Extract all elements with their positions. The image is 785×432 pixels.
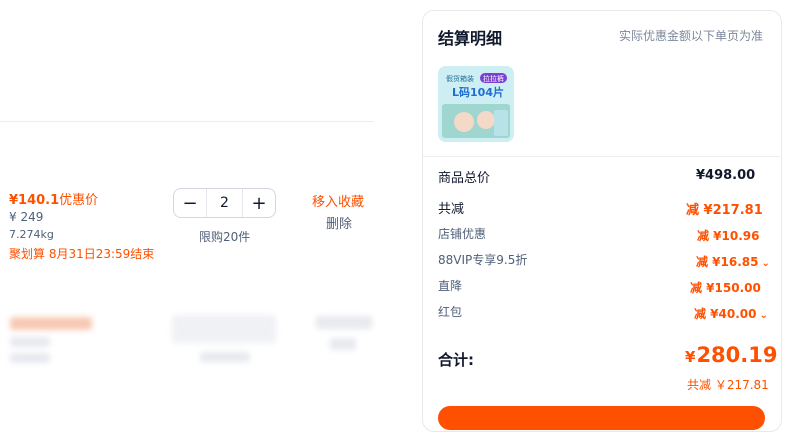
row-label-total-discount: 共减 (438, 202, 465, 217)
chevron-down-icon[interactable]: ⌄ (762, 258, 770, 269)
cart-divider (0, 121, 374, 122)
row-value-store-discount: 减 ¥10.96 (697, 229, 760, 243)
row-value-red-packet-text: 减 ¥40.00 (694, 307, 757, 321)
row-label-direct-drop: 直降 (438, 279, 463, 293)
move-to-favorites-link[interactable]: 移入收藏 (312, 191, 364, 210)
row-value-direct-drop: 减 ¥150.00 (690, 281, 761, 295)
summary-note: 实际优惠金额以下单页为准 (619, 29, 764, 43)
row-label-88vip: 88VIP专享9.5折 (438, 253, 528, 267)
chevron-down-icon[interactable]: ⌄ (760, 310, 768, 321)
row-label-red-packet: 红包 (438, 305, 463, 319)
original-price: ¥ 249 (9, 210, 44, 224)
product-image: 拉拉裤 假货箱装 L码104片 (438, 66, 514, 142)
total-amount: ¥280.19 (685, 343, 777, 367)
blurred-text (10, 353, 50, 363)
promo-price-label: 优惠价 (59, 193, 99, 208)
blurred-text (316, 316, 372, 329)
quantity-stepper: − 2 + (173, 188, 276, 218)
promo-deadline: 聚划算 8月31日23:59结束 (9, 247, 155, 261)
row-label-subtotal: 商品总价 (438, 171, 491, 186)
total-label: 合计: (438, 351, 474, 369)
blurred-stepper (172, 315, 276, 343)
delete-link[interactable]: 删除 (326, 213, 352, 232)
decrease-button[interactable]: − (174, 189, 206, 217)
total-savings: 共减 ￥217.81 (687, 378, 769, 392)
thumb-tag: 拉拉裤 (483, 74, 504, 83)
increase-button[interactable]: + (243, 189, 275, 217)
row-label-store-discount: 店铺优惠 (438, 227, 487, 241)
panel-divider (422, 156, 780, 157)
total-value: 280.19 (696, 343, 778, 367)
thumb-line2: L码104片 (452, 85, 504, 99)
item-weight: 7.274kg (9, 228, 54, 241)
purchase-limit: 限购20件 (199, 230, 251, 244)
product-thumbnail[interactable]: 拉拉裤 假货箱装 L码104片 (438, 66, 514, 142)
summary-title: 结算明细 (438, 29, 503, 48)
row-value-red-packet[interactable]: 减 ¥40.00 ⌄ (694, 305, 768, 322)
blurred-text (330, 338, 356, 350)
total-currency: ¥ (685, 348, 696, 366)
promo-price-value: ¥140.1 (9, 193, 60, 208)
blurred-text (200, 352, 250, 362)
row-value-88vip-text: 减 ¥16.85 (696, 255, 759, 269)
row-value-88vip[interactable]: 减 ¥16.85 ⌄ (696, 253, 770, 270)
submit-order-button[interactable] (438, 406, 765, 430)
row-value-total-discount: 减 ¥217.81 (686, 203, 763, 218)
quantity-value[interactable]: 2 (206, 189, 243, 217)
blurred-text (10, 337, 50, 347)
thumb-line1: 假货箱装 (446, 74, 474, 83)
blurred-price (10, 317, 92, 330)
promo-price: ¥140.1优惠价 (9, 189, 98, 208)
row-value-subtotal: ¥498.00 (696, 168, 756, 183)
